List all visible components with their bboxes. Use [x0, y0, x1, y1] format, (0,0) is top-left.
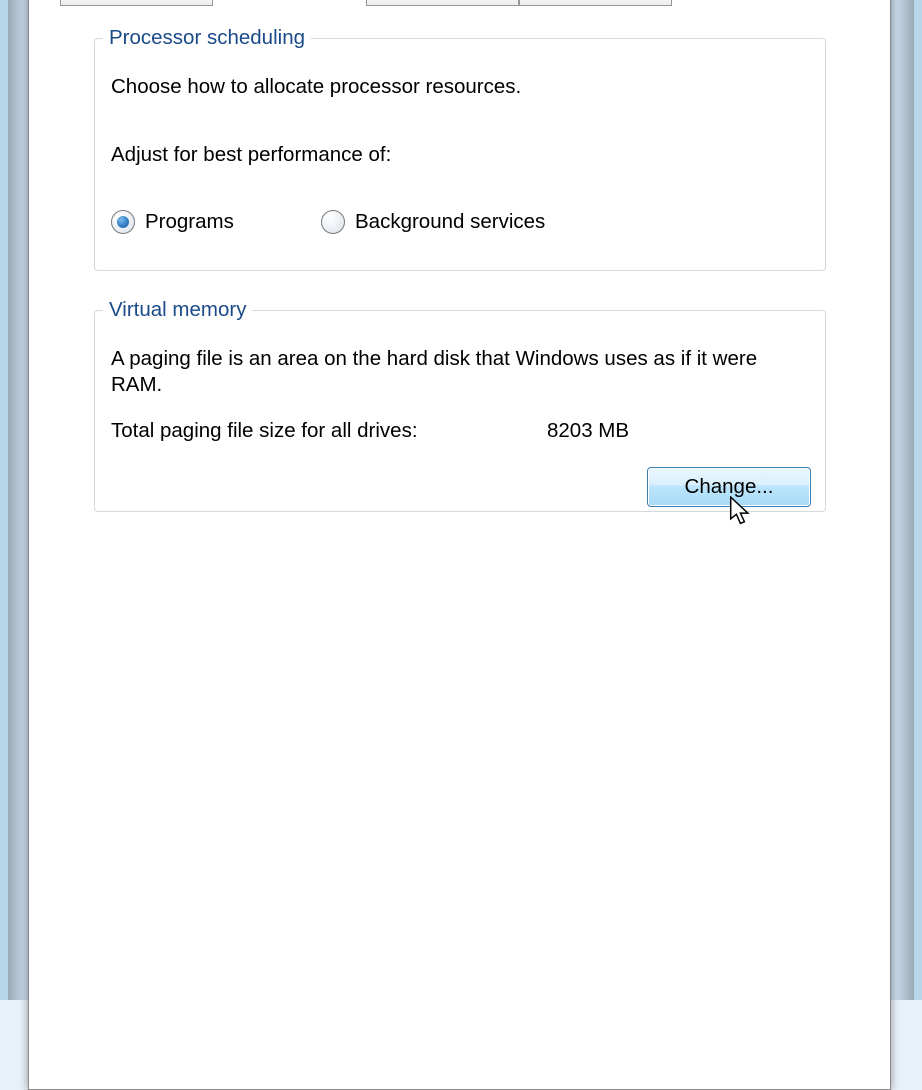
window-shadow-right	[896, 0, 914, 1000]
tab-active[interactable]	[213, 0, 366, 6]
tab-partial-2[interactable]	[366, 0, 519, 6]
radio-icon	[111, 210, 135, 234]
app-background: Processor scheduling Choose how to alloc…	[0, 0, 922, 1000]
virtual-memory-total-label: Total paging file size for all drives:	[111, 418, 418, 444]
virtual-memory-total-value: 8203 MB	[547, 418, 629, 444]
change-button[interactable]: Change...	[647, 467, 811, 507]
radio-background-label: Background services	[355, 210, 545, 234]
window-shadow-left	[8, 0, 26, 1000]
tab-partial-1[interactable]	[60, 0, 213, 6]
processor-scheduling-subhead: Adjust for best performance of:	[111, 142, 391, 168]
processor-scheduling-desc: Choose how to allocate processor resourc…	[111, 74, 521, 100]
radio-programs-label: Programs	[145, 210, 234, 234]
window-frame-right	[914, 0, 922, 1000]
virtual-memory-desc: A paging file is an area on the hard dis…	[111, 346, 811, 397]
processor-scheduling-group: Processor scheduling Choose how to alloc…	[94, 26, 826, 271]
tab-partial-3[interactable]	[519, 0, 672, 6]
radio-background-services[interactable]: Background services	[321, 210, 545, 234]
processor-scheduling-legend: Processor scheduling	[103, 26, 311, 50]
virtual-memory-legend: Virtual memory	[103, 298, 252, 322]
performance-options-tabpage: Processor scheduling Choose how to alloc…	[60, 0, 860, 1040]
window-frame-left	[0, 0, 8, 1000]
virtual-memory-group: Virtual memory A paging file is an area …	[94, 298, 826, 512]
radio-icon	[321, 210, 345, 234]
radio-programs[interactable]: Programs	[111, 210, 234, 234]
tabstrip	[60, 0, 860, 6]
